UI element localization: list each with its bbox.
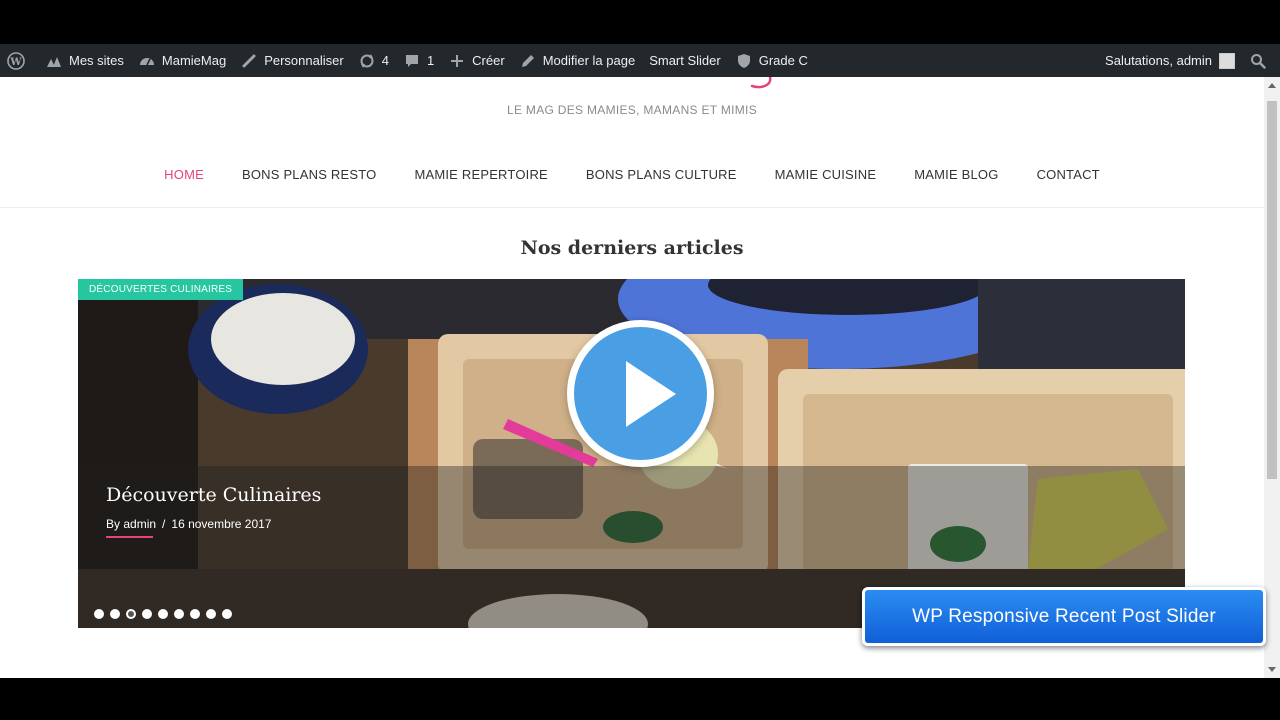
site-logo-fragment — [750, 77, 772, 89]
nav-item-bons-plans-culture[interactable]: BONS PLANS CULTURE — [567, 167, 756, 182]
slide-title[interactable]: Découverte Culinaires — [106, 484, 321, 506]
slider-dot[interactable] — [222, 609, 232, 619]
admin-bar-new[interactable]: Créer — [441, 44, 512, 77]
wp-admin-bar: W Mes sites MamieMag Personnaliser 4 1 C… — [0, 44, 1280, 77]
category-badge[interactable]: DÉCOUVERTES CULINAIRES — [78, 279, 244, 300]
video-letterbox-bottom — [0, 678, 1280, 720]
section-title: Nos derniers articles — [520, 237, 744, 259]
author-prefix: By — [106, 517, 121, 531]
slider-dot[interactable] — [142, 609, 152, 619]
video-letterbox-top — [0, 0, 1280, 44]
scroll-down-icon[interactable] — [1268, 667, 1276, 672]
slider-dot[interactable] — [126, 609, 136, 619]
play-icon — [626, 361, 676, 427]
admin-bar-label: 4 — [381, 53, 389, 68]
nav-item-bons-plans-resto[interactable]: BONS PLANS RESTO — [223, 167, 395, 182]
slider-dot[interactable] — [158, 609, 168, 619]
admin-bar-site-name[interactable]: MamieMag — [131, 44, 233, 77]
admin-bar-label: Personnaliser — [264, 53, 344, 68]
admin-bar-edit-page[interactable]: Modifier la page — [512, 44, 643, 77]
nav-item-home[interactable]: HOME — [145, 167, 223, 182]
admin-bar-label: Grade C — [758, 53, 808, 68]
author-link[interactable]: admin — [123, 517, 156, 531]
nav-item-mamie-cuisine[interactable]: MAMIE CUISINE — [756, 167, 896, 182]
admin-bar-label: Mes sites — [69, 53, 124, 68]
divider — [0, 207, 1264, 208]
scroll-up-icon[interactable] — [1268, 83, 1276, 88]
shield-icon — [735, 52, 753, 70]
admin-bar-security-grade[interactable]: Grade C — [728, 44, 815, 77]
nav-item-mamie-blog[interactable]: MAMIE BLOG — [895, 167, 1017, 182]
sites-icon — [45, 52, 63, 70]
browser-viewport: W Mes sites MamieMag Personnaliser 4 1 C… — [0, 44, 1280, 678]
nav-item-mamie-repertoire[interactable]: MAMIE REPERTOIRE — [395, 167, 566, 182]
admin-greeting: Salutations, admin — [1105, 53, 1212, 68]
brush-icon — [240, 52, 258, 70]
admin-bar-label: Smart Slider — [649, 53, 721, 68]
admin-bar-label: MamieMag — [161, 53, 227, 68]
admin-bar-label: 1 — [426, 53, 435, 68]
updates-icon — [358, 52, 376, 70]
admin-bar-comments[interactable]: 1 — [396, 44, 441, 77]
admin-bar-label: Modifier la page — [542, 53, 636, 68]
admin-bar-wordpress[interactable]: W — [0, 44, 38, 77]
nav-item-contact[interactable]: CONTACT — [1018, 167, 1119, 182]
search-icon — [1249, 52, 1267, 70]
slider-pagination — [94, 609, 232, 619]
promo-banner: WP Responsive Recent Post Slider — [862, 587, 1266, 646]
slider-dot[interactable] — [94, 609, 104, 619]
meta-underline — [106, 536, 153, 538]
pencil-icon — [519, 52, 537, 70]
wordpress-icon: W — [7, 51, 25, 70]
slider-dot[interactable] — [190, 609, 200, 619]
admin-bar-customize[interactable]: Personnaliser — [233, 44, 351, 77]
slider-dot[interactable] — [206, 609, 216, 619]
page-scrollbar[interactable] — [1264, 77, 1280, 678]
admin-bar-updates[interactable]: 4 — [351, 44, 396, 77]
admin-bar-label: Créer — [472, 53, 505, 68]
slider-dot[interactable] — [174, 609, 184, 619]
slide-meta: By admin/16 novembre 2017 — [106, 517, 272, 531]
comments-icon — [403, 52, 421, 70]
admin-bar-search[interactable] — [1242, 44, 1280, 77]
scrollbar-thumb[interactable] — [1267, 101, 1277, 479]
admin-bar-account[interactable]: Salutations, admin — [1098, 44, 1242, 77]
dashboard-icon — [138, 52, 156, 70]
admin-bar-smart-slider[interactable]: Smart Slider — [642, 44, 728, 77]
post-date: 16 novembre 2017 — [171, 517, 272, 531]
slider-dot[interactable] — [110, 609, 120, 619]
video-play-button[interactable] — [567, 320, 714, 467]
main-navigation: HOME BONS PLANS RESTO MAMIE REPERTOIRE B… — [0, 167, 1264, 182]
avatar — [1219, 52, 1235, 69]
plus-icon — [448, 52, 466, 70]
site-tagline: LE MAG DES MAMIES, MAMANS ET MIMIS — [506, 103, 757, 117]
admin-bar-my-sites[interactable]: Mes sites — [38, 44, 131, 77]
svg-text:W: W — [9, 57, 22, 68]
